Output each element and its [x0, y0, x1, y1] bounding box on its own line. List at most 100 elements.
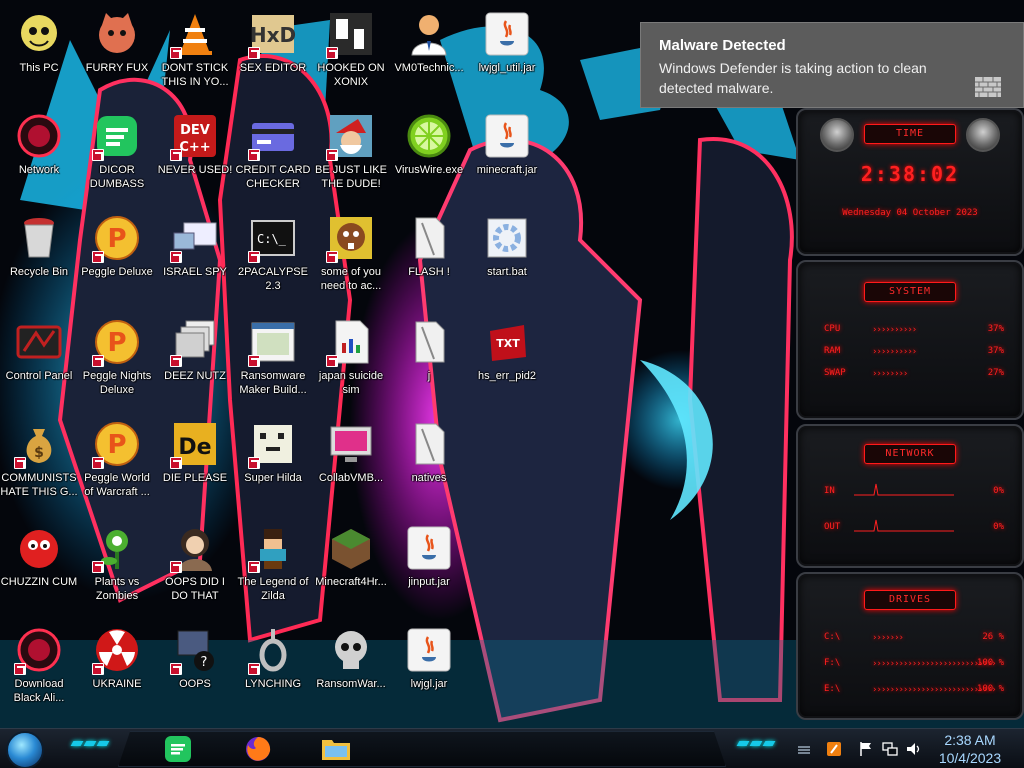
gadget-traffic-graph: [854, 483, 954, 496]
desktop-icon-lwjgl-jar[interactable]: lwjgl.jar: [390, 620, 468, 716]
desktop-icon-minecraft4hr[interactable]: Minecraft4Hr...: [312, 518, 390, 614]
desktop-icon-label: FURRY FUX: [85, 62, 149, 74]
desktop-icon-sex-editor[interactable]: HxD SEX EDITOR: [234, 4, 312, 100]
desktop-icon-label: some of you need to ac...: [320, 266, 382, 292]
desktop-icon-die-please[interactable]: De DIE PLEASE: [156, 414, 234, 510]
shortcut-arrow-icon: [170, 251, 182, 263]
taskbar-app-file-explorer[interactable]: [316, 732, 356, 766]
desktop-icon-peggle-deluxe[interactable]: P Peggle Deluxe: [78, 208, 156, 304]
desktop-icon-control-panel[interactable]: Control Panel: [0, 312, 78, 408]
svg-text:$: $: [34, 445, 44, 461]
gadget-date: Wednesday 04 October 2023: [842, 208, 978, 218]
desktop-icon-dont-stick[interactable]: DONT STICK THIS IN YO...: [156, 4, 234, 100]
desktop-icon-label: japan suicide sim: [318, 370, 384, 396]
alien-head-icon: [820, 118, 854, 152]
desktop-icon-be-just-like[interactable]: BE JUST LIKE THE DUDE!: [312, 106, 390, 202]
gadget-drives-panel: DRIVES C:\ ››››››› 26 % F:\ ››››››››››››››››…: [796, 572, 1024, 720]
desktop-icon-recycle-bin[interactable]: Recycle Bin: [0, 208, 78, 304]
desktop-icon-hs-err-pid2[interactable]: TXT hs_err_pid2: [468, 312, 546, 408]
desktop-icon-never-used[interactable]: DEV C++ NEVER USED!: [156, 106, 234, 202]
desktop-icon-some-of-you[interactable]: some of you need to ac...: [312, 208, 390, 304]
taskbar-clock[interactable]: 2:38 AM 10/4/2023: [930, 729, 1010, 768]
lime-icon: [405, 112, 453, 160]
gadget-usage-bar: ›››››››: [872, 633, 904, 643]
gadget-row-label: F:\: [824, 658, 841, 668]
desktop-icon-chuzzin[interactable]: CHUZZIN CUM: [0, 518, 78, 614]
gadget-row-value: 100 %: [976, 684, 1004, 694]
taskbar-app-firefox[interactable]: [238, 732, 278, 766]
alienware-system-gadget: TIME 2:38:02 Wednesday 04 October 2023 S…: [796, 108, 1024, 720]
desktop-icon-credit-card-checker[interactable]: CREDIT CARD CHECKER: [234, 106, 312, 202]
shortcut-arrow-icon: [170, 355, 182, 367]
desktop-icon-communists[interactable]: $ COMMUNISTS HATE THIS G...: [0, 414, 78, 510]
desktop-icon-label: This PC: [19, 62, 59, 74]
desktop-icon-2pacalypse[interactable]: C:\_ 2PACALYPSE 2.3: [234, 208, 312, 304]
desktop-icon-viruswire[interactable]: VirusWire.exe: [390, 106, 468, 202]
batch-gear-icon: [483, 214, 531, 262]
desktop-icon-hooked-on-xonix[interactable]: HOOKED ON XONIX: [312, 4, 390, 100]
desktop-icon-start-bat[interactable]: start.bat: [468, 208, 546, 304]
desktop-icon-plants-vs-zombies[interactable]: Plants vs Zombies: [78, 518, 156, 614]
desktop-icon-japan-suicide-sim[interactable]: japan suicide sim: [312, 312, 390, 408]
shortcut-arrow-icon: [92, 663, 104, 675]
desktop-icon-this-pc[interactable]: This PC: [0, 4, 78, 100]
desktop-icon-label: RansomWar...: [316, 678, 386, 690]
desktop-icon-lynching[interactable]: LYNCHING: [234, 620, 312, 716]
desktop-icon-label: OOPS DID I DO THAT: [165, 576, 225, 602]
desktop-icon-israel-spy[interactable]: ISRAEL SPY: [156, 208, 234, 304]
desktop-icon-lwjgl-util-jar[interactable]: lwjgl_util.jar: [468, 4, 546, 100]
tray-app-icon[interactable]: [826, 741, 842, 757]
desktop-icon-legend-of-zilda[interactable]: The Legend of Zilda: [234, 518, 312, 614]
desktop-icon-minecraft-jar[interactable]: minecraft.jar: [468, 106, 546, 202]
desktop-icon-peggle-nights[interactable]: P Peggle Nights Deluxe: [78, 312, 156, 408]
desktop-icon-oops-did-i[interactable]: OOPS DID I DO THAT: [156, 518, 234, 614]
action-center-flag-icon[interactable]: [858, 741, 874, 757]
malware-detected-notification[interactable]: Malware Detected Windows Defender is tak…: [640, 22, 1024, 108]
gadget-row-label: RAM: [824, 346, 841, 356]
desktop-icon-furry-fux[interactable]: FURRY FUX: [78, 4, 156, 100]
desktop-icon-vm0technic[interactable]: VM0Technic...: [390, 4, 468, 100]
volume-icon[interactable]: [906, 741, 922, 757]
network-status-icon[interactable]: [882, 741, 898, 757]
desktop-icon-natives[interactable]: natives: [390, 414, 468, 510]
desktop-icon-deez-nutz[interactable]: DEEZ NUTZ: [156, 312, 234, 408]
taskbar-app-green[interactable]: [158, 732, 198, 766]
desktop-icon-super-hilda[interactable]: Super Hilda: [234, 414, 312, 510]
shortcut-arrow-icon: [170, 561, 182, 573]
gadget-clock: 2:38:02: [860, 162, 960, 186]
shortcut-arrow-icon: [92, 149, 104, 161]
start-button[interactable]: [6, 731, 44, 768]
desktop-icon-flash[interactable]: FLASH !: [390, 208, 468, 304]
desktop-icon-label: UKRAINE: [92, 678, 142, 690]
gadget-usage-bar: ››››››››››: [872, 347, 917, 357]
desktop-icon-ukraine[interactable]: UKRAINE: [78, 620, 156, 716]
shortcut-arrow-icon: [326, 355, 338, 367]
desktop-icon-oops[interactable]: ? OOPS: [156, 620, 234, 716]
gadget-row-label: C:\: [824, 632, 841, 642]
desktop-icon-peggle-world[interactable]: P Peggle World of Warcraft ...: [78, 414, 156, 510]
desktop-icon-download-black-ali[interactable]: Download Black Ali...: [0, 620, 78, 716]
gadget-system-panel: SYSTEM CPU ›››››››››› 37% RAM ›››››››››› 37% S…: [796, 260, 1024, 420]
desktop-icon-collabvmb[interactable]: CollabVMB...: [312, 414, 390, 510]
svg-text:TXT: TXT: [496, 337, 520, 350]
desktop-icon-ransomware-maker[interactable]: Ransomware Maker Build...: [234, 312, 312, 408]
shortcut-arrow-icon: [14, 457, 26, 469]
desktop-icon-dicor-dumbass[interactable]: DICOR DUMBASS: [78, 106, 156, 202]
santa-icon: [326, 112, 375, 161]
gadget-row-label: SWAP: [824, 368, 846, 378]
show-hidden-icons-icon[interactable]: [796, 741, 812, 757]
desktop-icon-network[interactable]: Network: [0, 106, 78, 202]
gadget-row-out: OUT 0%: [824, 519, 1004, 536]
desktop-icon-jinput-jar[interactable]: jinput.jar: [390, 518, 468, 614]
gadget-time-title: TIME: [864, 124, 956, 144]
desktop-icon-label: COMMUNISTS HATE THIS G...: [0, 472, 78, 498]
desktop-icon-label: Peggle World of Warcraft ...: [84, 472, 150, 498]
desktop-icon-label: Control Panel: [5, 370, 73, 382]
desktop-icon-label: start.bat: [487, 266, 527, 278]
desktop-icon-j[interactable]: j: [390, 312, 468, 408]
gadget-row-value: 37%: [987, 324, 1004, 334]
desktop-icon-label: jinput.jar: [408, 576, 450, 588]
folder-icon: [322, 740, 350, 760]
desktop-icon-ransomwar[interactable]: RansomWar...: [312, 620, 390, 716]
shortcut-arrow-icon: [170, 47, 182, 59]
